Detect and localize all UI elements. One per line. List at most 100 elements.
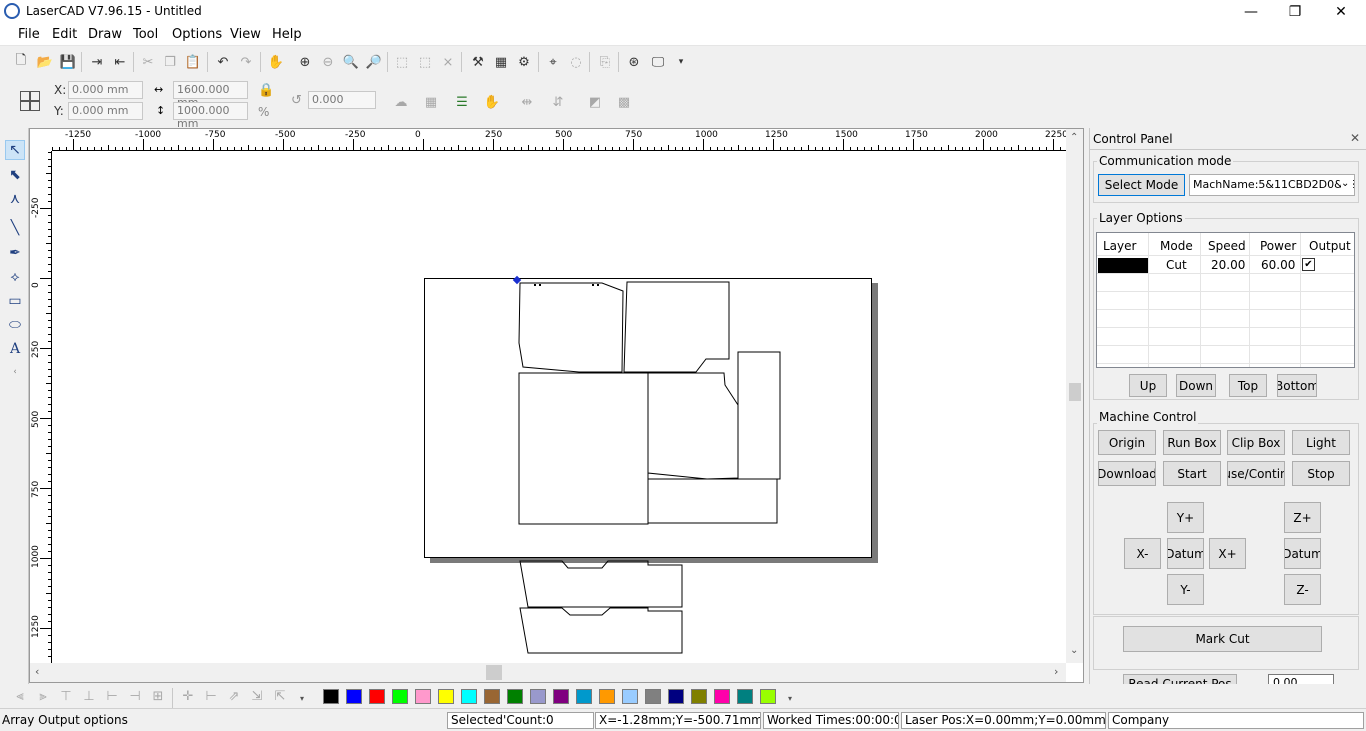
palette-overflow-icon[interactable]: ▾ xyxy=(780,688,800,708)
vertical-scrollbar[interactable]: ⌃ ⌄ xyxy=(1066,129,1083,663)
column-header-speed[interactable]: Speed xyxy=(1208,239,1246,253)
cut-icon[interactable]: ✂ xyxy=(138,52,158,72)
pattern-icon[interactable]: ▩ xyxy=(614,92,634,112)
close-button[interactable]: ✕ xyxy=(1318,0,1364,24)
stop-button[interactable]: Stop xyxy=(1292,461,1350,486)
palette-swatch[interactable] xyxy=(346,689,362,704)
rotate-angle-field[interactable]: 0.000 xyxy=(308,91,376,109)
align-center-v-icon[interactable]: ⊣ xyxy=(125,686,145,706)
anchor-point-icon[interactable] xyxy=(20,91,40,111)
column-header-mode[interactable]: Mode xyxy=(1160,239,1193,253)
layer-top-button[interactable]: Top xyxy=(1229,374,1267,397)
toolbar-overflow-icon[interactable]: ▾ xyxy=(671,52,691,72)
vertical-scroll-thumb[interactable] xyxy=(1069,383,1081,401)
crosshair-icon[interactable]: ⊛ xyxy=(624,52,644,72)
scroll-right-icon[interactable]: › xyxy=(1054,665,1058,678)
pause-continue-button[interactable]: Pause/Continue xyxy=(1227,461,1285,486)
palette-swatch[interactable] xyxy=(553,689,569,704)
machine-select-dropdown[interactable]: MachName:5&11CBD2D0&0& xyxy=(1189,174,1355,196)
height-field[interactable]: 1000.000 mm xyxy=(173,102,248,130)
palette-swatch[interactable] xyxy=(415,689,431,704)
horizontal-scrollbar[interactable]: ‹ › xyxy=(30,663,1066,682)
align-bottom-icon[interactable]: ⊥ xyxy=(79,686,99,706)
maximize-button[interactable]: ❐ xyxy=(1272,0,1318,24)
select-mode-button[interactable]: Select Mode xyxy=(1098,174,1185,196)
menu-view[interactable]: View xyxy=(230,27,261,42)
y-position-field[interactable]: 0.000 mm xyxy=(68,102,143,120)
line-tool-icon[interactable]: ╲ xyxy=(5,218,25,238)
jog-x-plus-button[interactable]: X+ xyxy=(1209,538,1246,569)
group-icon[interactable]: ⬚ xyxy=(392,52,412,72)
menu-file[interactable]: File xyxy=(18,27,40,42)
palette-swatch[interactable] xyxy=(576,689,592,704)
align-grid-icon[interactable]: ▦ xyxy=(421,92,441,112)
jog-z-plus-button[interactable]: Z+ xyxy=(1284,502,1321,533)
palette-swatch[interactable] xyxy=(438,689,454,704)
layer-up-button[interactable]: Up xyxy=(1129,374,1167,397)
layers-icon[interactable]: ☰ xyxy=(452,92,472,112)
align-top-icon[interactable]: ⊤ xyxy=(56,686,76,706)
light-button[interactable]: Light xyxy=(1292,430,1350,455)
scroll-up-icon[interactable]: ⌃ xyxy=(1070,132,1078,143)
column-header-layer[interactable]: Layer xyxy=(1103,239,1136,253)
layer-bottom-button[interactable]: Bottom xyxy=(1277,374,1317,397)
tools-icon[interactable]: ⚙ xyxy=(514,52,534,72)
array-icon[interactable]: ▦ xyxy=(491,52,511,72)
text-tool-icon[interactable]: A xyxy=(5,339,25,359)
pen-tool-icon[interactable]: ✒ xyxy=(5,243,25,263)
align-center-h-icon[interactable]: ⊢ xyxy=(102,686,122,706)
layer-down-button[interactable]: Down xyxy=(1176,374,1216,397)
palette-swatch[interactable] xyxy=(691,689,707,704)
hammer-icon[interactable]: ⚒ xyxy=(468,52,488,72)
mirror-vertical-icon[interactable]: ⇵ xyxy=(548,92,568,112)
align-overflow-icon[interactable]: ▾ xyxy=(292,688,312,708)
save-icon[interactable]: 💾 xyxy=(58,52,78,72)
polyline-tool-icon[interactable]: ⟡ xyxy=(5,267,25,287)
zoom-window-icon[interactable]: 🔍 xyxy=(341,52,361,72)
datum-xy-button[interactable]: Datum xyxy=(1167,538,1204,569)
undo-icon[interactable]: ↶ xyxy=(213,52,233,72)
output-icon[interactable]: ⎘ xyxy=(595,52,615,72)
palette-swatch[interactable] xyxy=(737,689,753,704)
palette-swatch[interactable] xyxy=(369,689,385,704)
palette-swatch[interactable] xyxy=(668,689,684,704)
align-left-icon[interactable]: ⫷ xyxy=(10,686,30,706)
menu-help[interactable]: Help xyxy=(272,27,302,42)
layer-output-checkbox[interactable]: ✔ xyxy=(1302,258,1315,271)
palette-swatch[interactable] xyxy=(760,689,776,704)
paste-icon[interactable]: 📋 xyxy=(183,52,203,72)
palette-swatch[interactable] xyxy=(392,689,408,704)
palette-swatch[interactable] xyxy=(323,689,339,704)
jog-y-plus-button[interactable]: Y+ xyxy=(1167,502,1204,533)
palette-swatch[interactable] xyxy=(714,689,730,704)
copy-icon[interactable]: ❐ xyxy=(160,52,180,72)
jog-x-minus-button[interactable]: X- xyxy=(1124,538,1161,569)
position-field[interactable]: 0.00 xyxy=(1268,674,1334,684)
palette-swatch[interactable] xyxy=(461,689,477,704)
menu-edit[interactable]: Edit xyxy=(52,27,77,42)
zoom-in-icon[interactable]: ⊕ xyxy=(295,52,315,72)
distribute-h-icon[interactable]: ✛ xyxy=(178,686,198,706)
drawing-shapes[interactable] xyxy=(30,129,1066,663)
palette-swatch[interactable] xyxy=(645,689,661,704)
open-folder-icon[interactable]: 📂 xyxy=(35,52,55,72)
same-size-icon[interactable]: ⇱ xyxy=(270,686,290,706)
smooth-icon[interactable]: ◌ xyxy=(566,52,586,72)
drawing-canvas[interactable]: -1250 -1000 -750 -500 -250 0 250 500 750 1000 1250… xyxy=(29,128,1084,683)
menu-tool[interactable]: Tool xyxy=(133,27,158,42)
lock-icon[interactable]: 🔒 xyxy=(258,83,274,98)
horizontal-scroll-thumb[interactable] xyxy=(486,665,502,680)
download-button[interactable]: Download xyxy=(1098,461,1156,486)
datum-z-button[interactable]: Datum xyxy=(1284,538,1321,569)
palette-swatch[interactable] xyxy=(530,689,546,704)
export-icon[interactable]: ⇤ xyxy=(110,52,130,72)
layer-color-swatch[interactable] xyxy=(1098,258,1148,273)
redo-icon[interactable]: ↷ xyxy=(236,52,256,72)
scroll-down-icon[interactable]: ⌄ xyxy=(1070,645,1078,656)
x-position-field[interactable]: 0.000 mm xyxy=(68,81,143,99)
run-box-button[interactable]: Run Box xyxy=(1163,430,1221,455)
import-icon[interactable]: ⇥ xyxy=(87,52,107,72)
preview-icon[interactable]: 🖵 xyxy=(648,52,668,72)
node-edit-icon[interactable]: ⌖ xyxy=(543,52,563,72)
layer-mode-cell[interactable]: Cut xyxy=(1166,258,1187,272)
